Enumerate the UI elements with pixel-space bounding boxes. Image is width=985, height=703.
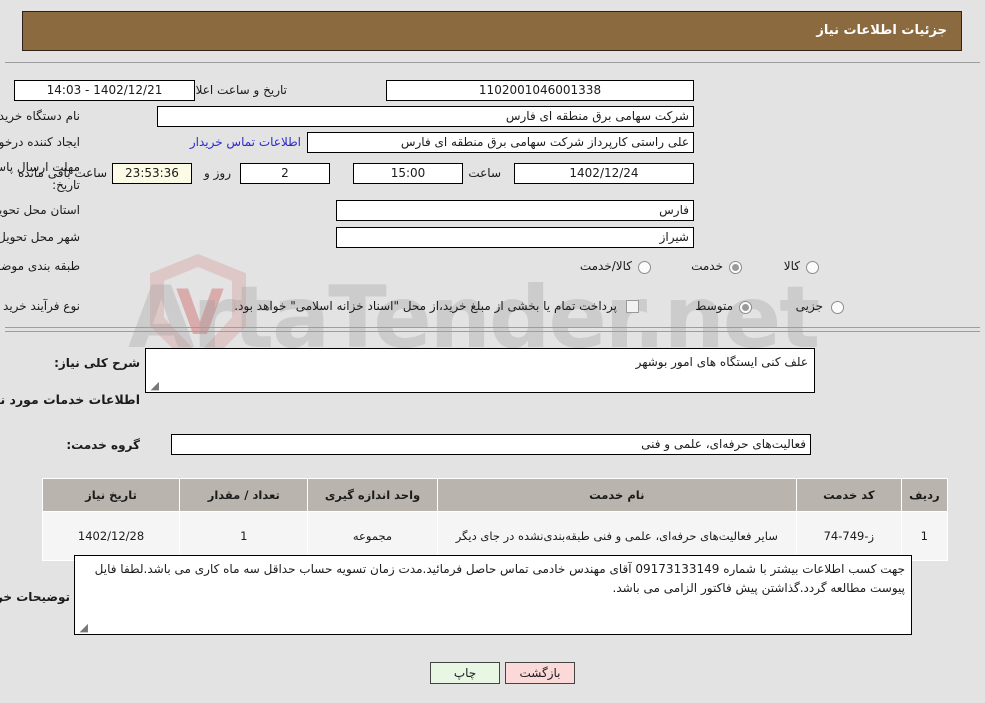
- radio-category-kala-khedmat-label: کالا/خدمت: [579, 259, 632, 273]
- radio-category-khedmat[interactable]: [729, 261, 742, 274]
- col-service-name: نام خدمت: [436, 478, 798, 512]
- cell-unit: مجموعه: [307, 511, 438, 561]
- deadline-time-field[interactable]: 15:00: [353, 163, 463, 184]
- deadline-time-label: ساعت: [468, 166, 501, 180]
- cell-quantity: 1: [179, 511, 309, 561]
- back-button[interactable]: بازگشت: [505, 662, 575, 684]
- purchase-type-label: نوع فرآیند خرید :: [0, 299, 80, 313]
- col-unit: واحد اندازه گیری: [307, 478, 438, 512]
- buyer-org-label: نام دستگاه خریدار:: [0, 109, 80, 123]
- col-service-code: کد خدمت: [796, 478, 902, 512]
- need-number-field[interactable]: 1102001046001338: [386, 80, 694, 101]
- service-group-field[interactable]: فعالیت‌های حرفه‌ای، علمی و فنی: [171, 434, 811, 455]
- deadline-date-field[interactable]: 1402/12/24: [514, 163, 694, 184]
- request-creator-label: ایجاد کننده درخواست:: [0, 135, 80, 149]
- radio-purchase-jozee-label: جزیی: [795, 299, 823, 313]
- response-deadline-label-line2: تاریخ:: [52, 178, 80, 192]
- buyer-notes-textarea[interactable]: جهت کسب اطلاعات بیشتر با شماره 091731331…: [74, 555, 912, 635]
- buyer-notes-label: توضیحات خریدار:: [0, 590, 70, 604]
- services-heading: اطلاعات خدمات مورد نیاز: [0, 392, 140, 407]
- deadline-days-field[interactable]: 2: [240, 163, 330, 184]
- need-info-panel: [5, 62, 980, 328]
- table-header-row: ردیف کد خدمت نام خدمت واحد اندازه گیری ت…: [41, 478, 949, 512]
- countdown-suffix-label: ساعت باقی مانده: [17, 166, 107, 180]
- description-textarea[interactable]: علف کنی ایستگاه های امور بوشهر ◢: [145, 348, 815, 393]
- resize-grip-icon[interactable]: ◢: [149, 380, 159, 391]
- cell-service-code: ز-749-74: [796, 511, 902, 561]
- deadline-days-suffix: روز و: [204, 166, 231, 180]
- treasury-docs-checkbox-label: پرداخت تمام یا بخشی از مبلغ خرید،از محل …: [234, 299, 617, 313]
- radio-category-kala[interactable]: [806, 261, 819, 274]
- radio-category-khedmat-label: خدمت: [691, 259, 723, 273]
- radio-purchase-motavaset[interactable]: [739, 301, 752, 314]
- buyer-contact-link[interactable]: اطلاعات تماس خریدار: [190, 135, 301, 149]
- header-bar: جزئیات اطلاعات نیاز: [22, 11, 962, 51]
- col-need-date: تاریخ نیاز: [41, 478, 181, 512]
- print-button[interactable]: چاپ: [430, 662, 500, 684]
- description-text: علف کنی ایستگاه های امور بوشهر: [635, 355, 808, 369]
- cell-radif: 1: [900, 511, 949, 561]
- col-quantity: تعداد / مقدار: [179, 478, 309, 512]
- cell-need-date: 1402/12/28: [41, 511, 181, 561]
- buyer-notes-text: جهت کسب اطلاعات بیشتر با شماره 091731331…: [94, 562, 905, 595]
- page-title: جزئیات اطلاعات نیاز: [816, 23, 947, 38]
- request-creator-field[interactable]: علی راستی کارپرداز شرکت سهامی برق منطقه …: [307, 132, 694, 153]
- province-field[interactable]: فارس: [336, 200, 694, 221]
- radio-purchase-jozee[interactable]: [831, 301, 844, 314]
- radio-category-kala-label: کالا: [783, 259, 800, 273]
- province-label: استان محل تحویل:: [0, 203, 80, 217]
- table-row: 1 ز-749-74 سایر فعالیت‌های حرفه‌ای، علمی…: [41, 511, 949, 561]
- services-table: ردیف کد خدمت نام خدمت واحد اندازه گیری ت…: [41, 478, 949, 561]
- resize-grip-icon-notes[interactable]: ◢: [78, 622, 88, 633]
- col-radif: ردیف: [900, 478, 949, 512]
- description-label: شرح کلی نیاز:: [54, 356, 140, 370]
- service-group-label: گروه خدمت:: [66, 438, 140, 452]
- radio-category-kala-khedmat[interactable]: [638, 261, 651, 274]
- countdown-field: 23:53:36: [112, 163, 192, 184]
- city-label: شهر محل تحویل:: [0, 230, 80, 244]
- category-label: طبقه بندی موضوعی:: [0, 259, 80, 273]
- treasury-docs-checkbox[interactable]: [626, 300, 639, 313]
- city-field[interactable]: شیراز: [336, 227, 694, 248]
- cell-service-name: سایر فعالیت‌های حرفه‌ای، علمی و فنی طبقه…: [436, 511, 798, 561]
- radio-purchase-motavaset-label: متوسط: [695, 299, 733, 313]
- announce-datetime-field[interactable]: 1402/12/21 - 14:03: [14, 80, 195, 101]
- buyer-org-field[interactable]: شرکت سهامی برق منطقه ای فارس: [157, 106, 694, 127]
